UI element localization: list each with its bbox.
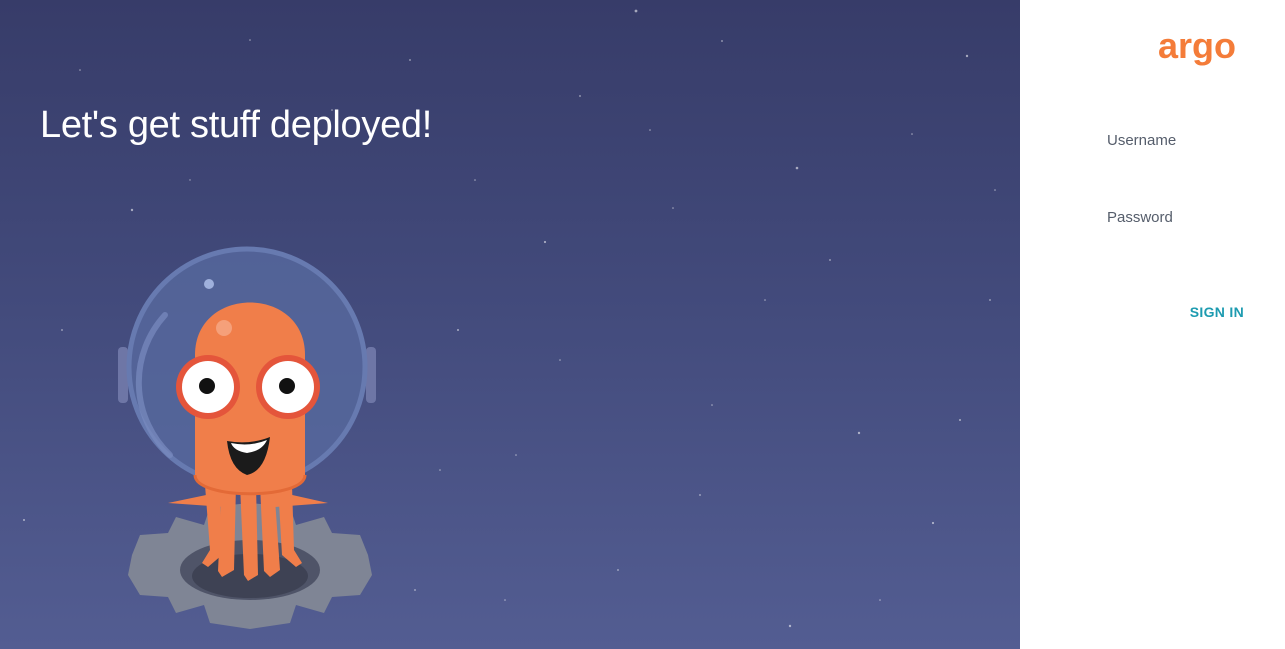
password-input[interactable] <box>1107 232 1257 256</box>
login-page: Let's get stuff deployed! argo Username … <box>0 0 1285 649</box>
username-input[interactable] <box>1107 155 1257 179</box>
hero-title: Let's get stuff deployed! <box>40 104 433 146</box>
username-label: Username <box>1107 132 1177 149</box>
login-panel: argo Username Password SIGN IN <box>1020 0 1285 649</box>
hero-panel: Let's get stuff deployed! <box>0 0 1020 649</box>
argo-octopus-astronaut-icon <box>118 246 376 629</box>
sign-in-button[interactable]: SIGN IN <box>1170 298 1244 326</box>
password-field: Password <box>1107 209 1267 256</box>
password-label: Password <box>1107 209 1173 226</box>
argo-logo-text: argo <box>1158 26 1236 66</box>
username-field: Username <box>1107 132 1267 179</box>
argo-logo: argo <box>1158 26 1236 66</box>
